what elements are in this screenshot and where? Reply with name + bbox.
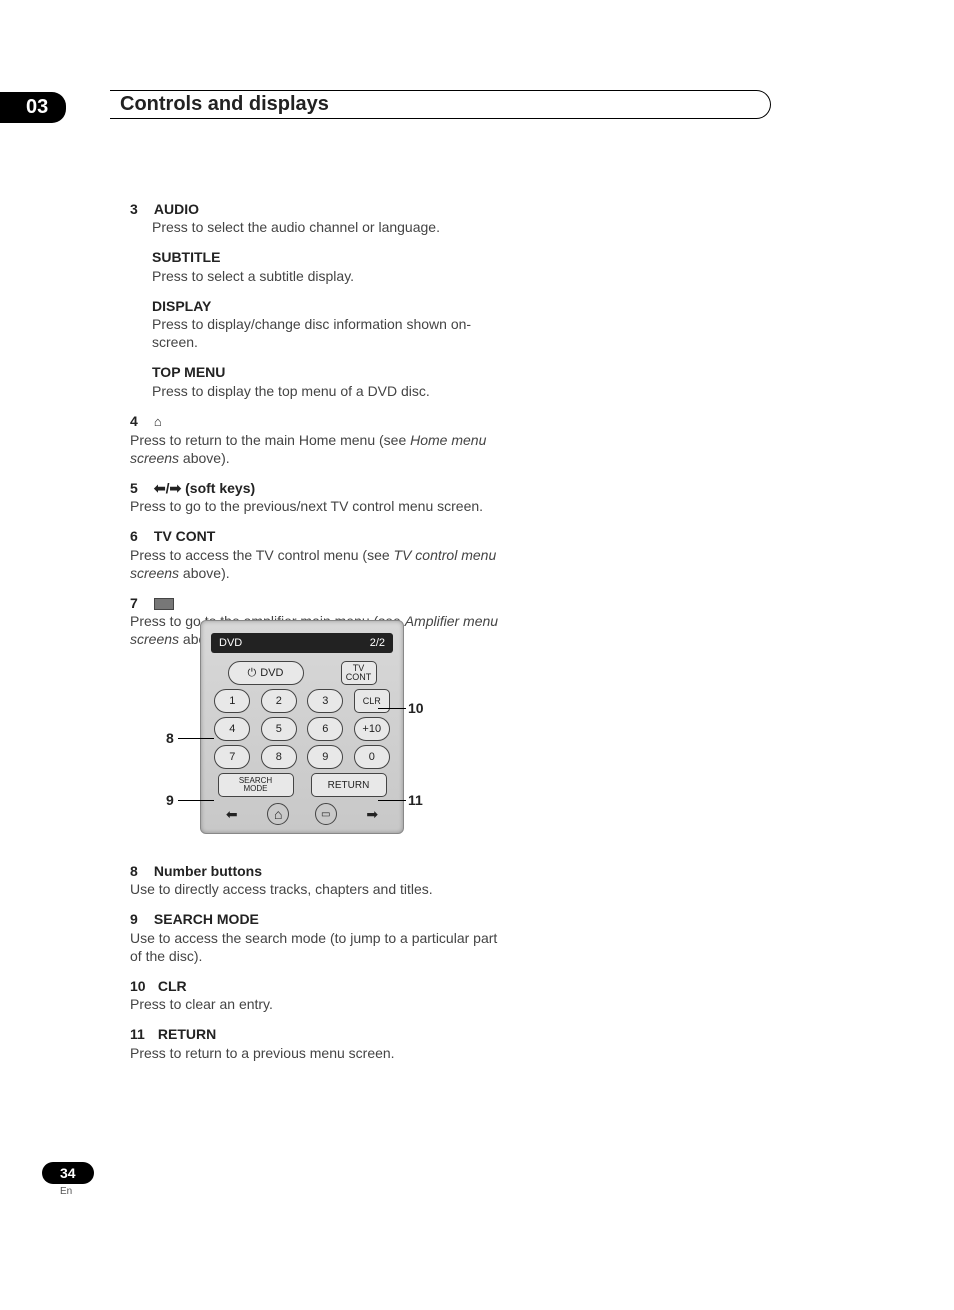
remote-search-mode-button: SEARCH MODE (218, 773, 294, 797)
clr-label: CLR (158, 978, 187, 994)
remote-diagram: DVD 2/2 ⏻ DVD TV CONT 1 2 3 CLR 4 5 6 +1… (200, 620, 400, 834)
home-desc: Press to return to the main Home menu (s… (130, 431, 500, 467)
item-number-7: 7 (130, 594, 150, 612)
softkeys-label: (soft keys) (185, 480, 255, 496)
softkeys-desc: Press to go to the previous/next TV cont… (130, 497, 500, 515)
remote-btn-5: 5 (261, 717, 297, 741)
remote-btn-1: 1 (214, 689, 250, 713)
display-label: DISPLAY (152, 298, 211, 314)
remote-dvd-label: DVD (260, 667, 283, 679)
display-desc: Press to display/change disc information… (152, 315, 500, 351)
item-number-4: 4 (130, 412, 150, 430)
page-language: En (60, 1186, 72, 1197)
power-icon: ⏻ (248, 667, 257, 680)
item-number-8: 8 (130, 862, 150, 880)
chapter-title-wrap: Controls and displays (110, 90, 771, 119)
page-number-badge: 34 (42, 1162, 94, 1184)
search-label: SEARCH MODE (154, 911, 259, 927)
remote-screen: DVD 2/2 (211, 633, 393, 653)
search-desc: Use to access the search mode (to jump t… (130, 929, 500, 965)
numbuttons-desc: Use to directly access tracks, chapters … (130, 880, 500, 898)
audio-desc: Press to select the audio channel or lan… (152, 218, 500, 236)
content-upper: 3 AUDIO Press to select the audio channe… (130, 200, 500, 660)
remote-left-arrow-icon: ⬅ (222, 806, 242, 822)
subtitle-label: SUBTITLE (152, 249, 220, 265)
remote-btn-9: 9 (307, 745, 343, 769)
remote-btn-4: 4 (214, 717, 250, 741)
callout-8: 8 (166, 730, 174, 746)
tvcont-desc: Press to access the TV control menu (see… (130, 546, 500, 582)
remote-btn-2: 2 (261, 689, 297, 713)
content-lower: 8 Number buttons Use to directly access … (130, 862, 500, 1074)
remote-return-button: RETURN (311, 773, 387, 797)
subtitle-desc: Press to select a subtitle display. (152, 267, 500, 285)
remote-screen-right: 2/2 (370, 637, 385, 649)
chapter-number-badge: 03 (0, 92, 66, 123)
tvcont-desc1: Press to access the TV control menu (see (130, 547, 394, 563)
remote-dvd-button: ⏻ DVD (228, 661, 304, 685)
tvcont-desc2: above). (179, 565, 230, 581)
remote-btn-8: 8 (261, 745, 297, 769)
item-number-9: 9 (130, 910, 150, 928)
remote-tvcont-l2: CONT (346, 673, 372, 682)
callout-11: 11 (408, 792, 423, 808)
audio-label: AUDIO (154, 201, 199, 217)
tvcont-label: TV CONT (154, 528, 215, 544)
remote-btn-0: 0 (354, 745, 390, 769)
remote-right-arrow-icon: ➡ (362, 806, 382, 822)
softkeys-arrows: ⬅/➡ (154, 480, 181, 496)
topmenu-label: TOP MENU (152, 364, 225, 380)
amplifier-icon (154, 598, 174, 610)
remote-search-l2: MODE (244, 785, 268, 793)
callout-9-line (178, 800, 214, 801)
return-desc: Press to return to a previous menu scree… (130, 1044, 500, 1062)
remote-menu-icon: ▭ (315, 803, 337, 825)
item-number-5: 5 (130, 479, 150, 497)
callout-9: 9 (166, 792, 174, 808)
clr-desc: Press to clear an entry. (130, 995, 500, 1013)
callout-10-line (378, 708, 406, 709)
remote-home-icon: ⌂ (267, 803, 289, 825)
return-label: RETURN (158, 1026, 216, 1042)
item-number-11: 11 (130, 1025, 154, 1043)
remote-screen-left: DVD (219, 637, 242, 649)
callout-10: 10 (408, 700, 424, 716)
remote-tvcont-button: TV CONT (341, 661, 377, 685)
item-number-6: 6 (130, 527, 150, 545)
remote-btn-plus10: +10 (354, 717, 390, 741)
home-desc2: above). (179, 450, 230, 466)
remote-btn-3: 3 (307, 689, 343, 713)
numbuttons-label: Number buttons (154, 863, 262, 879)
callout-8-line (178, 738, 214, 739)
remote-btn-6: 6 (307, 717, 343, 741)
remote-body: DVD 2/2 ⏻ DVD TV CONT 1 2 3 CLR 4 5 6 +1… (200, 620, 404, 834)
remote-btn-clr: CLR (354, 689, 390, 713)
home-desc1: Press to return to the main Home menu (s… (130, 432, 410, 448)
home-icon: ⌂ (154, 414, 162, 429)
chapter-title: Controls and displays (120, 93, 329, 115)
remote-btn-7: 7 (214, 745, 250, 769)
topmenu-desc: Press to display the top menu of a DVD d… (152, 382, 500, 400)
item-number-10: 10 (130, 977, 154, 995)
item-number-3: 3 (130, 200, 150, 218)
callout-11-line (378, 800, 406, 801)
